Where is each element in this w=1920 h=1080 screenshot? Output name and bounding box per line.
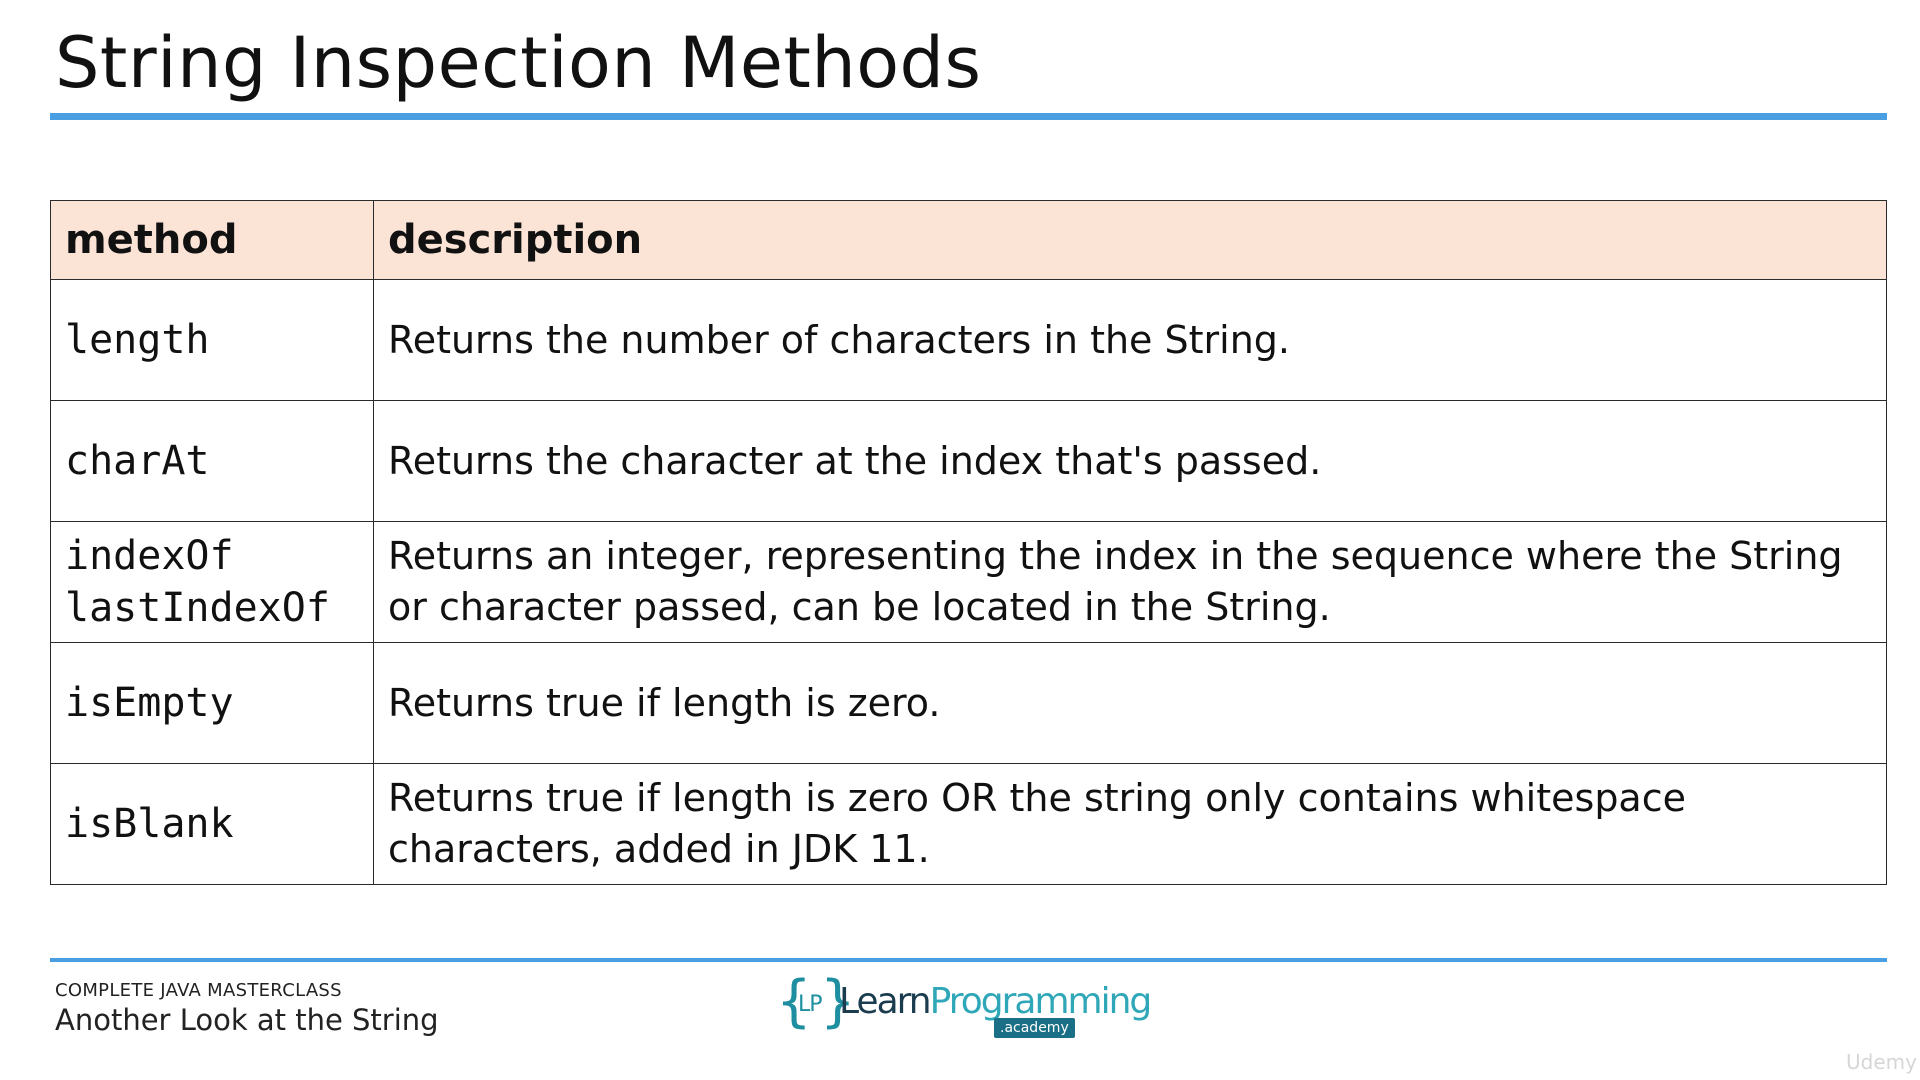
udemy-watermark: Udemy: [1846, 1050, 1917, 1074]
logo-mark: LP: [798, 992, 823, 1017]
method-description: Returns the number of characters in the …: [373, 279, 1887, 401]
table-row: indexOf lastIndexOf Returns an integer, …: [50, 521, 1887, 643]
logo-academy-badge: .academy: [994, 1018, 1075, 1038]
method-name: charAt: [50, 400, 374, 522]
logo-wordmark: LearnProgramming: [839, 981, 1153, 1022]
method-name: length: [50, 279, 374, 401]
method-name: indexOf lastIndexOf: [50, 521, 374, 643]
table-row: isEmpty Returns true if length is zero.: [50, 642, 1887, 764]
method-name: isEmpty: [50, 642, 374, 764]
learnprogramming-logo: { LP } LearnProgramming .academy: [776, 974, 1152, 1040]
method-column-header: method: [50, 200, 374, 280]
method-name: isBlank: [50, 763, 374, 885]
table-header-row: method description: [50, 200, 1887, 280]
method-description: Returns an integer, representing the ind…: [373, 521, 1887, 643]
lecture-name: Another Look at the String: [55, 1003, 439, 1037]
logo-word-learn: Learn: [839, 981, 932, 1022]
description-column-header: description: [373, 200, 1887, 280]
method-description: Returns true if length is zero.: [373, 642, 1887, 764]
logo-word-programming: Programming: [929, 981, 1153, 1022]
methods-table: method description length Returns the nu…: [50, 200, 1887, 885]
table-row: length Returns the number of characters …: [50, 279, 1887, 401]
slide-title: String Inspection Methods: [55, 22, 982, 104]
method-description: Returns the character at the index that'…: [373, 400, 1887, 522]
method-description: Returns true if length is zero OR the st…: [373, 763, 1887, 885]
table-row: charAt Returns the character at the inde…: [50, 400, 1887, 522]
table-row: isBlank Returns true if length is zero O…: [50, 763, 1887, 885]
footer-divider: [50, 958, 1887, 962]
title-underline: [50, 113, 1887, 120]
course-name: COMPLETE JAVA MASTERCLASS: [55, 980, 342, 1001]
